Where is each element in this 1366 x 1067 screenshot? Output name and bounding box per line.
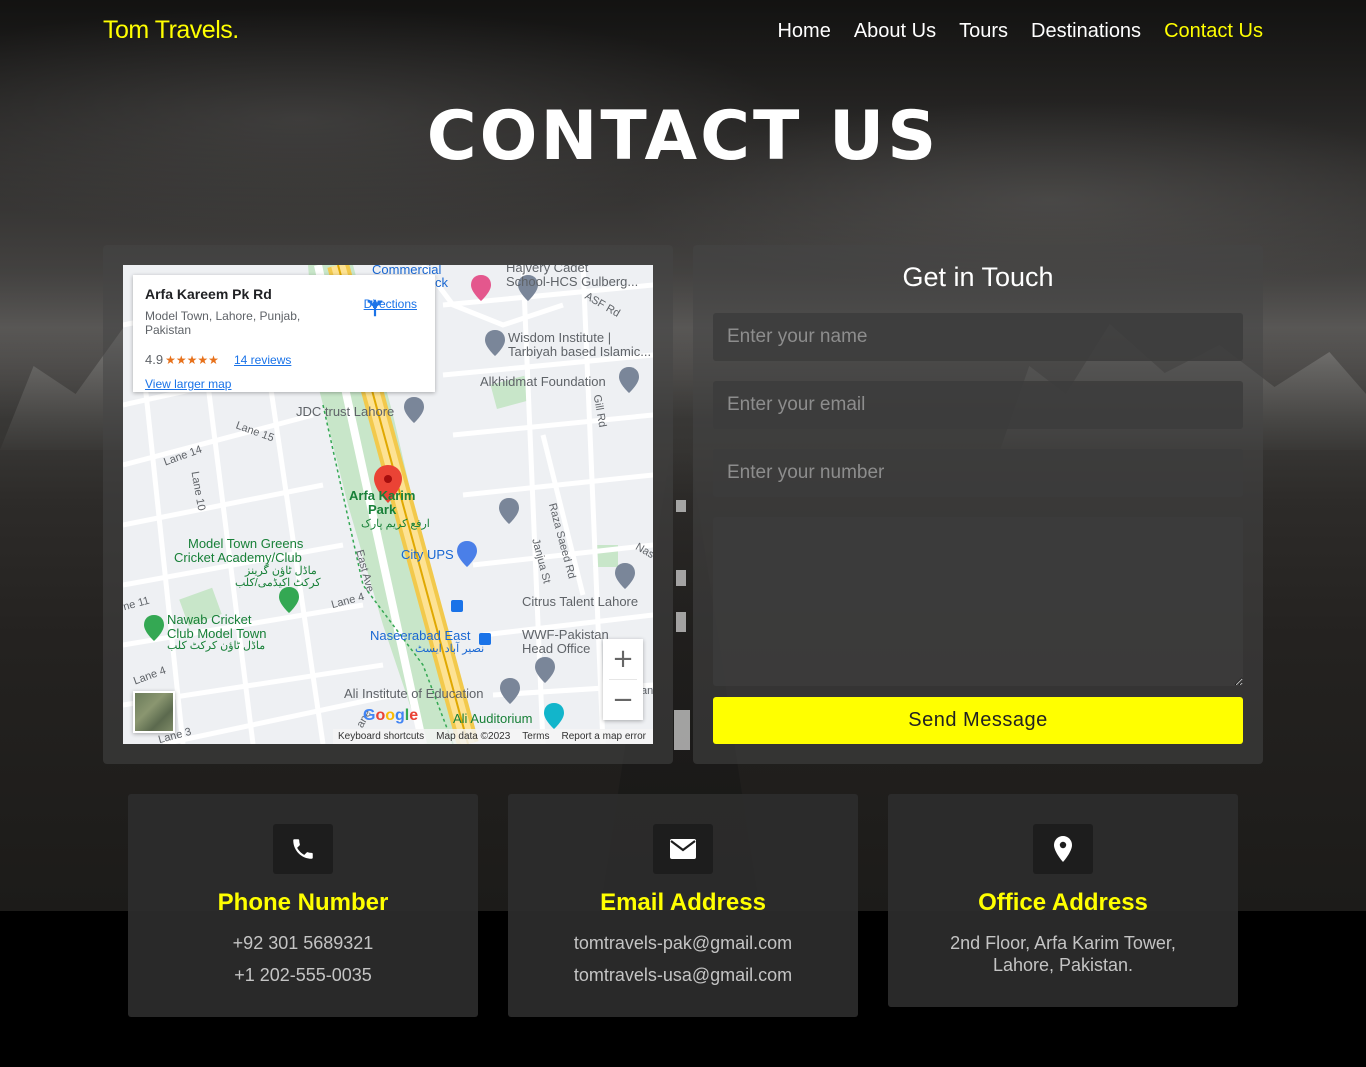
email-input[interactable] — [713, 381, 1243, 429]
road-marking — [676, 612, 686, 632]
zoom-in-button[interactable]: + — [603, 639, 643, 679]
report-map-error-link[interactable]: Report a map error — [562, 729, 646, 744]
office-card: Office Address 2nd Floor, Arfa Karim Tow… — [888, 794, 1238, 1007]
google-logo-letter: e — [409, 707, 419, 724]
terms-link[interactable]: Terms — [522, 729, 549, 744]
map-label: Ali Auditorium — [453, 711, 533, 726]
message-textarea[interactable] — [713, 517, 1243, 686]
phone-number[interactable]: +92 301 5689321 — [128, 932, 478, 954]
map-label: Nawab Cricket — [167, 612, 252, 627]
office-address-line: Lahore, Pakistan. — [992, 955, 1134, 975]
map-panel: Commercial ck Hajvery Cadet School-HCS G… — [103, 245, 673, 764]
email-address[interactable]: tomtravels-pak@gmail.com — [508, 932, 858, 954]
envelope-icon — [653, 824, 713, 874]
map-label: City UPS — [401, 547, 454, 562]
page-title: CONTACT US — [426, 97, 940, 176]
phone-icon — [273, 824, 333, 874]
map-label: ck — [435, 275, 448, 290]
map-label: School-HCS Gulberg... — [506, 274, 639, 289]
map-label: Citrus Talent Lahore — [522, 594, 639, 609]
map-label: Tarbiyah based Islamic... — [508, 344, 652, 359]
phone-number[interactable]: +1 202-555-0035 — [128, 964, 478, 986]
map-label: Wisdom Institute | — [508, 330, 612, 345]
phone-input[interactable] — [713, 449, 1243, 497]
map-rating-value: 4.9 — [145, 352, 164, 367]
directions-icon — [367, 299, 382, 317]
google-logo-letter: o — [375, 707, 386, 724]
card-title: Email Address — [600, 889, 766, 916]
map-label: Naseerabad East — [370, 628, 471, 643]
view-larger-map-link[interactable]: View larger map — [145, 377, 231, 391]
map-info-card: Arfa Kareem Pk Rd Model Town, Lahore, Pu… — [133, 275, 435, 392]
embedded-map[interactable]: Commercial ck Hajvery Cadet School-HCS G… — [123, 265, 653, 744]
google-logo-letter: o — [385, 707, 396, 724]
main-nav: Home About Us Tours Destinations Contact… — [777, 20, 1263, 43]
map-reviews-link[interactable]: 14 reviews — [234, 353, 291, 367]
nav-contact-us[interactable]: Contact Us — [1164, 20, 1263, 43]
email-address[interactable]: tomtravels-usa@gmail.com — [508, 964, 858, 986]
office-address-line: 2nd Floor, Arfa Karim Tower, — [950, 933, 1176, 953]
map-label: WWF-Pakistan — [522, 627, 609, 642]
map-label: Park — [368, 502, 397, 517]
map-label: Alkhidmat Foundation — [480, 374, 606, 389]
road-marking — [676, 500, 686, 512]
form-title: Get in Touch — [902, 262, 1054, 292]
name-input[interactable] — [713, 313, 1243, 361]
google-logo-letter: G — [363, 707, 376, 724]
google-logo: Google — [363, 707, 418, 725]
send-message-button[interactable]: Send Message — [713, 697, 1243, 744]
map-label: Model Town Greens — [188, 536, 304, 551]
map-data-attribution: Map data ©2023 — [436, 731, 511, 742]
card-title: Phone Number — [217, 889, 389, 916]
google-logo-letter: g — [395, 707, 405, 724]
satellite-toggle[interactable] — [133, 691, 175, 733]
contact-form-panel: Get in Touch Send Message — [693, 245, 1263, 764]
directions-button[interactable]: Directions — [364, 297, 417, 317]
map-label: ماڈل ٹاؤن کرکٹ کلب — [167, 640, 266, 652]
map-zoom-controls: + − — [603, 639, 643, 720]
nav-tours[interactable]: Tours — [959, 20, 1008, 43]
email-card: Email Address tomtravels-pak@gmail.com t… — [508, 794, 858, 1017]
nav-home[interactable]: Home — [777, 20, 830, 43]
map-label: Head Office — [522, 641, 591, 656]
map-label: ارفع کریم پارک — [361, 518, 430, 530]
map-place-address: Model Town, Lahore, Punjab, Pakistan — [145, 309, 301, 337]
card-title: Office Address — [978, 889, 1148, 916]
map-label: Cricket Academy/Club — [174, 550, 302, 565]
nav-destinations[interactable]: Destinations — [1031, 20, 1141, 43]
zoom-out-button[interactable]: − — [603, 680, 643, 720]
road-marking — [674, 710, 690, 750]
map-label: کرکٹ اکیڈمی/کلب — [235, 577, 321, 589]
map-label: نصیر آباد ایسٹ — [415, 643, 485, 655]
map-place-name: Arfa Kareem Pk Rd — [145, 286, 272, 302]
map-label: Arfa Karim — [349, 488, 416, 503]
keyboard-shortcuts-link[interactable]: Keyboard shortcuts — [338, 729, 424, 744]
map-footer: Keyboard shortcuts Map data ©2023 Terms … — [333, 729, 653, 744]
map-rating: 4.9 ★★★★★ — [145, 352, 219, 367]
road-marking — [676, 570, 686, 586]
phone-card: Phone Number +92 301 5689321 +1 202-555-… — [128, 794, 478, 1017]
map-label: JDC trust Lahore — [296, 404, 395, 419]
star-rating-icon: ★★★★★ — [165, 353, 219, 367]
site-logo[interactable]: Tom Travels. — [103, 16, 239, 45]
nav-about-us[interactable]: About Us — [854, 20, 936, 43]
map-label: Ali Institute of Education — [344, 686, 484, 701]
map-pin-icon — [1033, 824, 1093, 874]
